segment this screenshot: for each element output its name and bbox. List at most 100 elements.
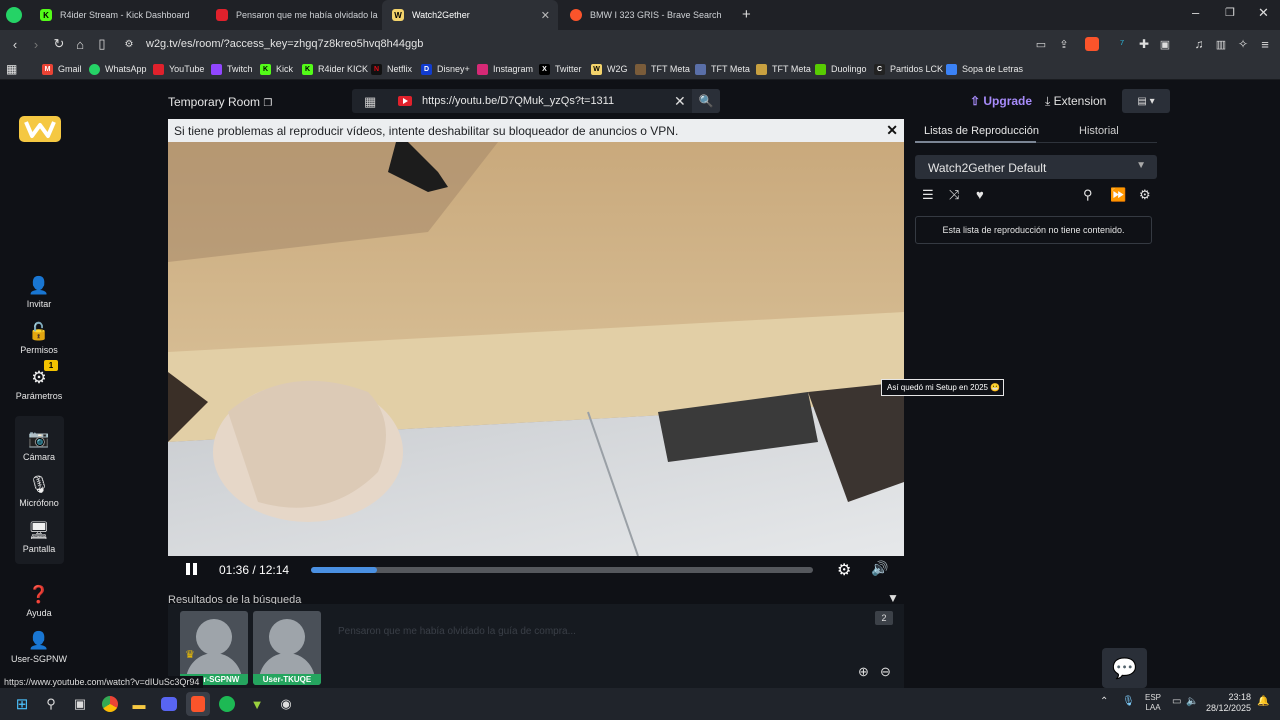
home-icon[interactable]: ⌂	[71, 35, 89, 53]
room-title[interactable]: Temporary Room ❐	[168, 95, 272, 109]
skip-forward-icon[interactable]: ⏩	[1110, 187, 1126, 203]
back-icon[interactable]: ‹	[6, 35, 24, 53]
zoom-in-icon[interactable]: ⊕	[858, 664, 869, 680]
camera-button[interactable]: 📷 Cámara	[0, 429, 78, 462]
app-icon[interactable]: ▼	[245, 692, 269, 716]
player-settings-icon[interactable]: ⚙	[837, 560, 851, 580]
bookmark-whatsapp[interactable]: WhatsApp	[89, 61, 147, 77]
bookmark-netflix[interactable]: N Netflix	[371, 61, 412, 77]
pause-button[interactable]	[186, 563, 198, 575]
tab-youtube-video[interactable]: Pensaron que me había olvidado la guía	[206, 0, 378, 30]
screen-share-button[interactable]: 🖥 Pantalla	[0, 521, 78, 554]
bookmark-kick[interactable]: K Kick	[260, 61, 293, 77]
help-button[interactable]: ❓ Ayuda	[0, 585, 78, 618]
microphone-button[interactable]: 🎙 Micrófono	[0, 475, 78, 508]
bookmark-youtube[interactable]: YouTube	[153, 61, 204, 77]
gear-icon[interactable]: ⚙	[1139, 187, 1151, 203]
w2g-logo[interactable]	[19, 116, 61, 142]
bookmark-sopa-de-letras[interactable]: Sopa de Letras	[946, 61, 1023, 77]
forward-icon[interactable]: ›	[27, 35, 45, 53]
bookmark-partidos-lck[interactable]: C Partidos LCK	[874, 61, 943, 77]
chat-button[interactable]: 💬	[1102, 648, 1147, 688]
system-clock[interactable]: 23:18 28/12/2025	[1205, 692, 1251, 714]
close-notice-icon[interactable]: ✕	[886, 122, 898, 139]
playlist-select[interactable]: Watch2Gether Default ▼	[915, 155, 1157, 179]
brave-shields-icon[interactable]	[1083, 35, 1101, 53]
search-button[interactable]: 🔍	[692, 89, 720, 113]
bookmark-instagram[interactable]: Instagram	[477, 61, 533, 77]
chevron-down-icon[interactable]: ▼	[887, 591, 899, 605]
permissions-button[interactable]: 🔓 Permisos	[0, 322, 78, 355]
chat-input[interactable]: Pensaron que me había olvidado la guía d…	[338, 626, 838, 637]
video-url-input[interactable]	[422, 92, 652, 110]
video-player[interactable]	[168, 142, 904, 556]
sidebar-toggle-icon[interactable]: ▥	[1212, 35, 1230, 53]
bookmark-twitter[interactable]: X Twitter	[539, 61, 582, 77]
close-icon[interactable]: ✕	[674, 93, 686, 110]
language-menu-button[interactable]: ▤ ▾	[1122, 89, 1170, 113]
windows-start-icon[interactable]: ⊞	[10, 692, 34, 716]
menu-icon[interactable]: ≡	[1256, 35, 1274, 53]
copy-icon[interactable]: ❐	[263, 98, 272, 109]
leo-ai-icon[interactable]: ✧	[1234, 35, 1252, 53]
chrome-icon[interactable]	[98, 692, 122, 716]
obs-icon[interactable]: ◉	[274, 692, 298, 716]
parameters-button[interactable]: ⚙ Parámetros	[0, 368, 78, 401]
discord-icon[interactable]	[157, 692, 181, 716]
search-icon[interactable]: ⚲	[39, 692, 63, 716]
bookmark-duolingo[interactable]: Duolingo	[815, 61, 867, 77]
wallet-icon[interactable]: ▣	[1156, 35, 1174, 53]
volume-icon[interactable]: 🔊	[871, 560, 888, 577]
apps-grid-icon[interactable]: ▦	[364, 94, 376, 110]
bookmark-icon[interactable]: ▯	[93, 35, 111, 53]
brave-browser-icon[interactable]	[186, 692, 210, 716]
volume-icon[interactable]: 🔈	[1186, 696, 1198, 707]
url-field[interactable]: w2g.tv/es/room/?access_key=zhgq7z8kreo5h…	[146, 38, 423, 50]
mic-icon[interactable]: 🎙	[1122, 696, 1135, 707]
tab-playlists[interactable]: Listas de Reproducción	[924, 125, 1039, 137]
user-tile[interactable]: User-TKUQE	[253, 611, 321, 685]
site-settings-icon[interactable]: ⚙	[120, 35, 138, 53]
music-icon[interactable]: ♫	[1190, 35, 1208, 53]
bookmark-gmail[interactable]: M Gmail	[42, 61, 82, 77]
minimize-button[interactable]: –	[1192, 5, 1199, 20]
upgrade-button[interactable]: ⇧ Upgrade	[970, 94, 1032, 108]
zoom-out-icon[interactable]: ⊖	[880, 664, 891, 680]
tray-overflow-icon[interactable]: ⌃	[1100, 696, 1108, 707]
apps-grid-icon[interactable]: ▦	[6, 61, 17, 77]
extension-icon[interactable]: ⁷	[1113, 35, 1131, 53]
bookmark-twitch[interactable]: Twitch	[211, 61, 253, 77]
tab-watch2gether[interactable]: W Watch2Gether ✕	[382, 0, 558, 30]
tab-kick-dashboard[interactable]: K R4ider Stream - Kick Dashboard	[30, 0, 206, 30]
share-icon[interactable]: ⇪	[1055, 35, 1073, 53]
reload-icon[interactable]: ↻	[50, 35, 68, 53]
progress-bar[interactable]	[311, 567, 813, 573]
task-view-icon[interactable]: ▣	[68, 692, 92, 716]
tab-brave-search[interactable]: BMW I 323 GRIS - Brave Search	[560, 0, 736, 30]
whatsapp-app-icon[interactable]	[6, 7, 22, 23]
bookmark-r4ider-kick[interactable]: K R4ider KICK	[302, 61, 368, 77]
heart-icon[interactable]: ♥	[976, 187, 984, 202]
bookmark-tft-meta-1[interactable]: TFT Meta	[635, 61, 690, 77]
search-icon[interactable]: ⚲	[1083, 187, 1093, 203]
extension-button[interactable]: ⤓ Extension	[1045, 94, 1106, 109]
network-icon[interactable]: ▭	[1172, 696, 1181, 707]
invite-button[interactable]: 👤 Invitar	[0, 276, 78, 309]
user-profile-button[interactable]: 👤 User-SGPNW	[0, 631, 78, 664]
extensions-puzzle-icon[interactable]: ✚	[1135, 35, 1153, 53]
bookmark-tft-meta-2[interactable]: TFT Meta	[695, 61, 750, 77]
bookmark-disney[interactable]: D Disney+	[421, 61, 470, 77]
cast-icon[interactable]: ▭	[1032, 35, 1050, 53]
spotify-icon[interactable]	[215, 692, 239, 716]
new-tab-button[interactable]: +	[742, 6, 751, 23]
close-window-button[interactable]: ✕	[1258, 5, 1269, 21]
language-indicator[interactable]: ESP LAA	[1145, 693, 1161, 713]
shuffle-icon[interactable]: ⤨	[949, 187, 959, 203]
maximize-button[interactable]: ❐	[1225, 6, 1235, 19]
bookmark-w2g[interactable]: W W2G	[591, 61, 628, 77]
list-icon[interactable]: ☰	[922, 187, 934, 203]
close-tab-icon[interactable]: ✕	[541, 9, 550, 22]
bookmark-tft-meta-3[interactable]: TFT Meta	[756, 61, 811, 77]
notification-bell-icon[interactable]: 🔔	[1257, 696, 1269, 707]
file-explorer-icon[interactable]: ▬	[127, 692, 151, 716]
